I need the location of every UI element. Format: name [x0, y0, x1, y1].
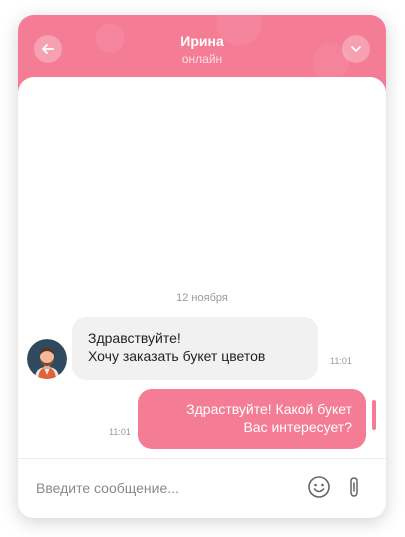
bubble-tail — [372, 400, 376, 430]
user-avatar-icon — [27, 339, 67, 379]
contact-status: онлайн — [181, 52, 223, 66]
smiley-icon — [308, 476, 330, 498]
chat-widget: Ирина онлайн 12 ноября Здравствуйте! Хоч… — [18, 15, 386, 518]
message-composer — [18, 458, 386, 518]
message-timestamp: 11:01 — [330, 356, 352, 366]
message-text-line: Здраствуйте! Какой букет — [186, 401, 352, 417]
message-input[interactable] — [36, 477, 296, 499]
message-text-line: Вас интересует? — [243, 419, 352, 435]
incoming-message-bubble: Здравствуйте! Хочу заказать букет цветов — [72, 317, 318, 380]
outgoing-message-bubble: Здраствуйте! Какой букет Вас интересует? — [138, 389, 366, 449]
message-timestamp: 11:01 — [109, 427, 131, 437]
chevron-down-icon — [351, 46, 361, 52]
message-text-line: Здравствуйте! — [88, 330, 181, 346]
emoji-button[interactable] — [307, 475, 331, 499]
date-separator: 12 ноября — [176, 292, 228, 304]
contact-name: Ирина — [180, 33, 224, 49]
attach-button[interactable] — [346, 475, 362, 499]
collapse-button[interactable] — [342, 35, 370, 63]
paperclip-icon — [350, 477, 358, 497]
message-list[interactable]: 12 ноября Здравствуйте! Хочу заказать бу… — [18, 77, 386, 458]
message-text-line: Хочу заказать букет цветов — [88, 348, 266, 364]
